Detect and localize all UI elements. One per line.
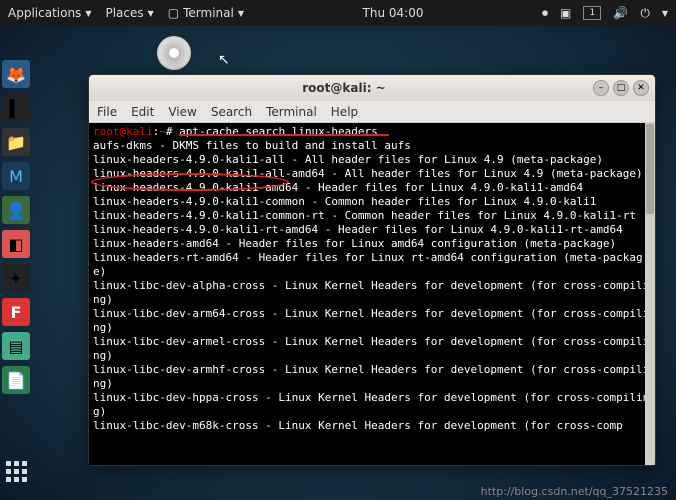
terminal-icon: ▢ bbox=[168, 6, 179, 20]
terminal-icon[interactable]: ▍ bbox=[2, 94, 30, 122]
prompt-user: root@kali bbox=[93, 125, 153, 138]
annotation-circle bbox=[91, 173, 289, 191]
menu-edit[interactable]: Edit bbox=[131, 105, 154, 119]
active-app-indicator[interactable]: ▢Terminal▼ bbox=[168, 6, 244, 20]
menu-file[interactable]: File bbox=[97, 105, 117, 119]
window-titlebar[interactable]: root@kali: ~ – □ ✕ bbox=[89, 75, 655, 101]
terminal-scrollbar[interactable] bbox=[645, 123, 655, 465]
menu-view[interactable]: View bbox=[168, 105, 196, 119]
close-button[interactable]: ✕ bbox=[633, 80, 649, 96]
mouse-cursor-icon: ↖ bbox=[218, 52, 230, 68]
terminal-window: root@kali: ~ – □ ✕ File Edit View Search… bbox=[88, 74, 656, 466]
applications-menu[interactable]: Applications▼ bbox=[8, 6, 91, 20]
files-icon[interactable]: 📁 bbox=[2, 128, 30, 156]
favorites-dock: 🦊 ▍ 📁 M 👤 ◧ ✦ F ▤ 📄 bbox=[0, 60, 32, 394]
chevron-down-icon: ▼ bbox=[85, 9, 91, 18]
annotation-underline bbox=[179, 134, 389, 136]
gnome-topbar: Applications▼ Places▼ ▢Terminal▼ Thu 04:… bbox=[0, 0, 676, 26]
metasploit-icon[interactable]: M bbox=[2, 162, 30, 190]
chevron-down-icon: ▼ bbox=[662, 9, 668, 18]
terminal-output[interactable]: root@kali:~# apt-cache search linux-head… bbox=[89, 123, 655, 465]
maximize-button[interactable]: □ bbox=[613, 80, 629, 96]
chevron-down-icon: ▼ bbox=[148, 9, 154, 18]
beef-icon[interactable]: F bbox=[2, 298, 30, 326]
clock[interactable]: Thu 04:00 bbox=[244, 6, 542, 20]
menu-help[interactable]: Help bbox=[331, 105, 358, 119]
prompt-path: ~ bbox=[159, 125, 166, 138]
volume-icon[interactable]: 🔊 bbox=[613, 6, 628, 20]
maltego-icon[interactable]: ✦ bbox=[2, 264, 30, 292]
terminal-menubar: File Edit View Search Terminal Help bbox=[89, 101, 655, 123]
menu-search[interactable]: Search bbox=[211, 105, 252, 119]
camera-icon[interactable]: ▣ bbox=[560, 6, 571, 20]
places-menu[interactable]: Places▼ bbox=[105, 6, 153, 20]
minimize-button[interactable]: – bbox=[593, 80, 609, 96]
watermark-text: http://blog.csdn.net/qq_37521235 bbox=[481, 485, 668, 498]
leafpad-icon[interactable]: 📄 bbox=[2, 366, 30, 394]
armitage-icon[interactable]: 👤 bbox=[2, 196, 30, 224]
command-text: apt-cache search linux-headers bbox=[179, 125, 378, 138]
scroll-thumb[interactable] bbox=[646, 124, 654, 214]
faraday-icon[interactable]: ▤ bbox=[2, 332, 30, 360]
firefox-icon[interactable]: 🦊 bbox=[2, 60, 30, 88]
burpsuite-icon[interactable]: ◧ bbox=[2, 230, 30, 258]
recorder-icon[interactable]: ⏺ bbox=[542, 6, 548, 21]
window-title: root@kali: ~ bbox=[95, 81, 593, 95]
power-icon[interactable]: ⏻ bbox=[640, 6, 650, 21]
workspace-indicator[interactable]: 1 bbox=[583, 6, 601, 20]
menu-terminal[interactable]: Terminal bbox=[266, 105, 317, 119]
show-apps-button[interactable] bbox=[6, 461, 27, 482]
disc-icon bbox=[157, 36, 191, 70]
